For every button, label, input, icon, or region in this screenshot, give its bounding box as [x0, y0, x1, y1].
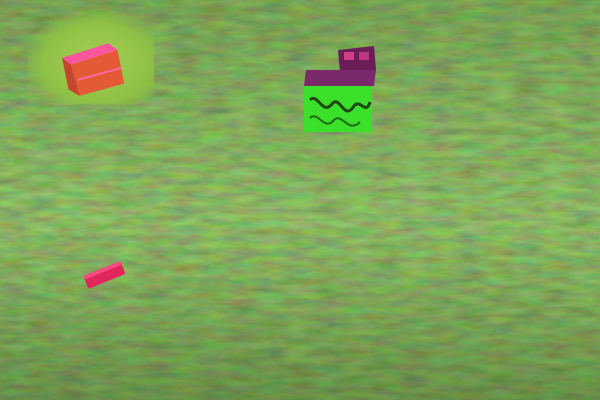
red-box-object: [62, 43, 125, 96]
natural-image-scene: [0, 0, 600, 400]
purple-green-box-object: [304, 46, 376, 132]
